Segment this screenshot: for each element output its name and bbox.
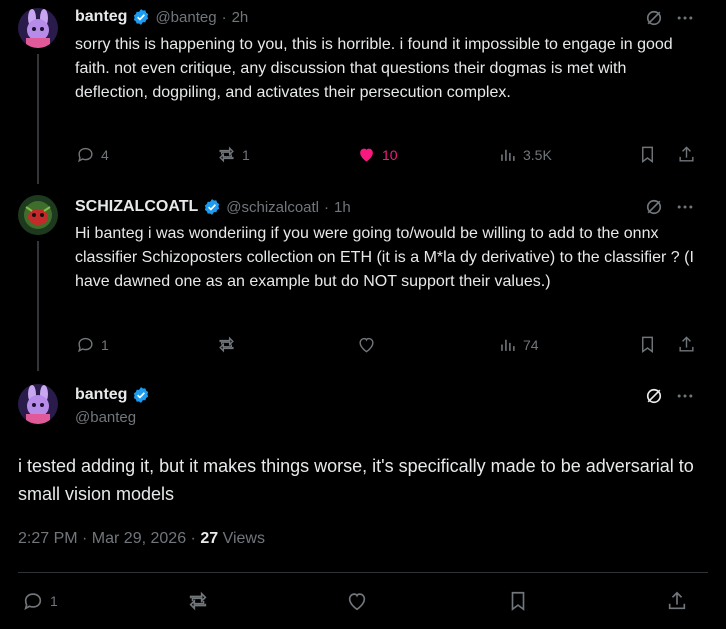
reply-count: 4 [101, 146, 109, 163]
views-count: 3.5K [523, 146, 552, 163]
separator: · [324, 198, 330, 216]
bookmark-icon [642, 146, 653, 164]
views-button[interactable]: 74 [498, 335, 539, 354]
like-button[interactable]: 10 [357, 145, 398, 164]
more-options-icon[interactable] [675, 197, 695, 222]
bookmark-button[interactable] [638, 335, 657, 354]
like-button[interactable] [357, 335, 382, 354]
repost-button[interactable] [217, 335, 242, 354]
like-count: 10 [382, 146, 398, 163]
bookmark-icon [642, 336, 653, 354]
reply-button[interactable]: 1 [76, 335, 109, 354]
tweet-text: Hi banteg i was wonderiing if you were g… [75, 225, 694, 290]
share-icon [668, 591, 686, 610]
reply-icon [78, 337, 93, 353]
avatar-banteg[interactable] [18, 384, 58, 424]
separator: · [221, 8, 227, 26]
author-name[interactable]: banteg [75, 8, 127, 26]
views-button[interactable]: 3.5K [498, 145, 552, 164]
verified-badge-icon [132, 8, 150, 26]
tweet-meta: 2:27 PM · Mar 29, 2026 · 27 Views [18, 530, 265, 548]
like-button[interactable] [346, 590, 368, 612]
reply-button[interactable]: 4 [76, 145, 109, 164]
grok-icon[interactable] [644, 8, 664, 33]
avatar-banteg[interactable] [18, 8, 58, 48]
views-icon [501, 339, 515, 351]
repost-icon [219, 336, 234, 353]
heart-icon [359, 337, 374, 353]
views-count: 74 [523, 336, 539, 353]
tweet-time[interactable]: 2h [232, 9, 249, 26]
verified-badge-icon [132, 386, 150, 404]
bookmark-button[interactable] [507, 590, 529, 612]
repost-icon [189, 591, 207, 611]
tweet-time[interactable]: 1h [334, 199, 351, 216]
share-button[interactable] [666, 590, 688, 612]
reply-icon [24, 593, 42, 610]
bookmark-button[interactable] [638, 145, 657, 164]
repost-button[interactable]: 1 [217, 145, 250, 164]
divider [18, 572, 708, 573]
reply-icon [78, 147, 93, 163]
heart-filled-icon [360, 148, 373, 162]
main-tweet-text: i tested adding it, but it makes things … [18, 456, 694, 504]
views-icon [501, 149, 515, 161]
repost-button[interactable] [187, 590, 209, 612]
avatar-schizalcoatl[interactable] [18, 195, 58, 235]
author-name[interactable]: SCHIZALCOATL [75, 198, 198, 216]
grok-icon[interactable] [644, 386, 664, 411]
share-icon [679, 336, 694, 352]
author-handle[interactable]: @banteg [75, 409, 150, 426]
bookmark-icon [511, 591, 525, 611]
share-button[interactable] [677, 145, 696, 164]
tweet-text: sorry this is happening to you, this is … [75, 36, 673, 101]
verified-badge-icon [203, 198, 221, 216]
more-options-icon[interactable] [675, 386, 695, 411]
thread-line [37, 241, 39, 371]
author-name[interactable]: banteg [75, 386, 127, 404]
share-button[interactable] [677, 335, 696, 354]
main-author: banteg @banteg [75, 386, 150, 426]
views-count: 27 [200, 530, 219, 547]
tweet1-header: banteg @banteg · 2h [75, 8, 248, 26]
more-options-icon[interactable] [675, 8, 695, 33]
heart-icon [348, 593, 366, 611]
reply-button[interactable]: 1 [22, 590, 58, 612]
thread-line [37, 54, 39, 184]
repost-icon [219, 146, 234, 163]
share-icon [679, 146, 694, 162]
tweet2-header: SCHIZALCOATL @schizalcoatl · 1h [75, 198, 351, 216]
reply-count: 1 [50, 593, 58, 609]
grok-icon[interactable] [644, 197, 664, 222]
timestamp[interactable]: 2:27 PM · Mar 29, 2026 · [18, 530, 196, 547]
repost-count: 1 [242, 146, 250, 163]
author-handle[interactable]: @banteg [155, 9, 216, 26]
reply-count: 1 [101, 336, 109, 353]
author-handle[interactable]: @schizalcoatl [226, 199, 319, 216]
views-label: Views [222, 530, 265, 547]
